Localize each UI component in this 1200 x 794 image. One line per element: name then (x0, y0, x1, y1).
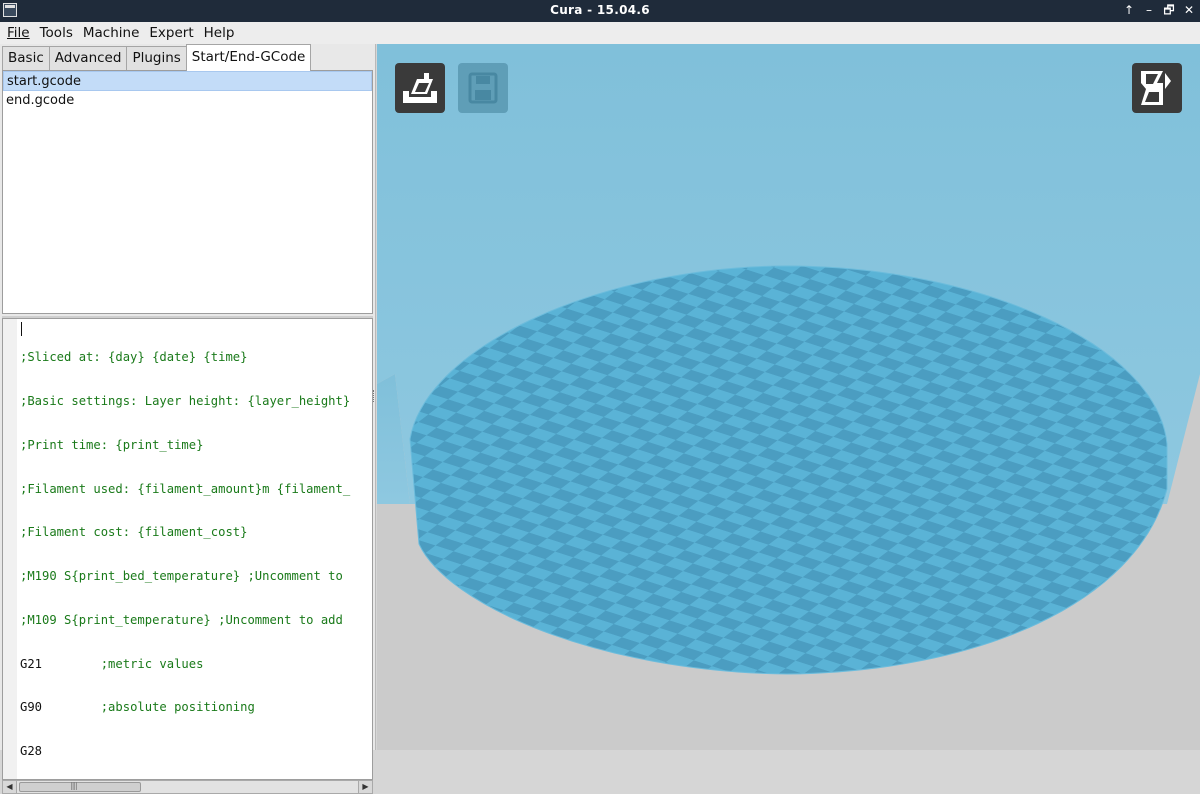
code-line: ;Basic settings: Layer height: {layer_he… (20, 393, 351, 408)
view-mode-icon (1141, 71, 1171, 105)
save-gcode-icon (468, 72, 498, 104)
menu-file[interactable]: File (2, 22, 35, 44)
tab-basic[interactable]: Basic (2, 46, 50, 71)
scroll-right-icon[interactable]: ▶ (358, 781, 372, 793)
menu-tools[interactable]: Tools (35, 22, 78, 44)
list-item-start-gcode[interactable]: start.gcode (3, 71, 372, 91)
tab-start-end-gcode[interactable]: Start/End-GCode (185, 44, 312, 71)
window-title: Cura - 15.04.6 (550, 3, 650, 17)
maximize-button[interactable]: 🗗 (1162, 2, 1176, 18)
code-line: ;Sliced at: {day} {date} {time} (20, 350, 248, 365)
code-line: G21 ;metric values (20, 656, 204, 671)
menu-expert[interactable]: Expert (144, 22, 198, 44)
window-controls: ↑ – 🗗 ✕ (1122, 2, 1196, 18)
code-line: ;M109 S{print_temperature} ;Uncomment to… (20, 612, 343, 627)
minimize-button[interactable]: – (1142, 2, 1156, 18)
menu-bar: File Tools Machine Expert Help (0, 22, 1200, 44)
vertical-splitter-handle[interactable] (373, 390, 376, 402)
editor-gutter (3, 319, 17, 779)
close-button[interactable]: ✕ (1182, 2, 1196, 18)
scrollbar-thumb[interactable] (19, 781, 141, 792)
list-item-end-gcode[interactable]: end.gcode (3, 91, 372, 111)
tab-advanced[interactable]: Advanced (48, 46, 128, 71)
keep-above-button[interactable]: ↑ (1122, 2, 1136, 18)
code-line: ;Filament cost: {filament_cost} (20, 525, 248, 540)
load-model-icon (403, 73, 437, 103)
gcode-editor[interactable]: ;Sliced at: {day} {date} {time} ;Basic s… (2, 318, 373, 780)
gcode-file-list: start.gcode end.gcode (2, 70, 373, 314)
window-titlebar: Cura - 15.04.6 ↑ – 🗗 ✕ (0, 0, 1200, 22)
gcode-text[interactable]: ;Sliced at: {day} {date} {time} ;Basic s… (20, 321, 351, 779)
editor-horizontal-scrollbar[interactable]: ◀ ▶ (2, 780, 373, 794)
tab-plugins[interactable]: Plugins (126, 46, 187, 71)
code-line: ;Filament used: {filament_amount}m {fila… (20, 481, 351, 496)
menu-help[interactable]: Help (199, 22, 240, 44)
code-line: ;Print time: {print_time} (20, 437, 204, 452)
menu-machine[interactable]: Machine (78, 22, 145, 44)
settings-panel: Basic Advanced Plugins Start/End-GCode s… (0, 44, 376, 794)
code-line: G90 ;absolute positioning (20, 700, 255, 715)
build-plate-scene (377, 44, 1200, 750)
view-mode-button[interactable] (1132, 63, 1182, 113)
save-gcode-button[interactable] (458, 63, 508, 113)
code-line: G28 (20, 744, 43, 759)
code-line: ;M190 S{print_bed_temperature} ;Uncommen… (20, 569, 343, 584)
settings-tabs: Basic Advanced Plugins Start/End-GCode (2, 44, 312, 71)
load-model-button[interactable] (395, 63, 445, 113)
viewport-3d[interactable] (377, 44, 1200, 750)
scroll-left-icon[interactable]: ◀ (3, 781, 17, 793)
